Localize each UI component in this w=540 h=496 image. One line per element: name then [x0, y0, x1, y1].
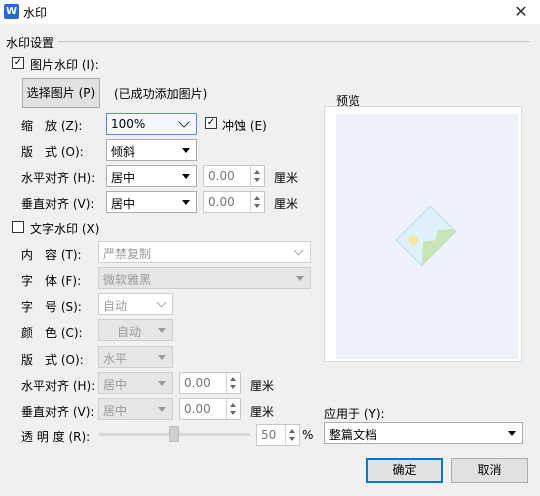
washout-checkbox[interactable]: ✓	[205, 117, 217, 129]
dropdown-arrow-icon	[158, 381, 166, 386]
text-h-align-label: 水平对齐 (H):	[21, 379, 96, 393]
spin-up-icon[interactable]	[254, 196, 260, 200]
text-v-offset-value: 0.00	[184, 402, 211, 416]
picture-h-align-label: 水平对齐 (H):	[21, 171, 96, 185]
ok-button[interactable]: 确定	[366, 458, 443, 483]
picture-h-offset-input[interactable]: 0.00	[203, 165, 265, 187]
font-label: 字 体 (F):	[21, 274, 82, 288]
section-label: 水印设置	[6, 36, 55, 50]
select-picture-button[interactable]: 选择图片 (P)	[22, 78, 100, 108]
window-title: 水印	[23, 6, 48, 20]
spinner[interactable]	[250, 192, 264, 212]
apply-to-value: 整篇文档	[329, 428, 378, 442]
font-select[interactable]: 微软雅黑	[98, 267, 311, 289]
spin-down-icon[interactable]	[289, 437, 295, 441]
title-bar: W 水印 ✕	[0, 0, 540, 24]
transparency-input[interactable]: 50	[256, 424, 300, 446]
spin-down-icon[interactable]	[254, 178, 260, 182]
picture-v-unit: 厘米	[274, 197, 299, 211]
text-h-offset-input[interactable]: 0.00	[179, 372, 241, 394]
picture-status-text: (已成功添加图片)	[114, 87, 208, 101]
text-v-unit: 厘米	[250, 405, 275, 419]
text-layout-select[interactable]: 水平	[98, 346, 173, 368]
section-divider	[58, 41, 530, 42]
picture-h-align-select[interactable]: 居中	[106, 165, 197, 187]
transparency-slider-thumb[interactable]	[169, 426, 179, 442]
text-v-offset-input[interactable]: 0.00	[179, 398, 241, 420]
picture-h-unit: 厘米	[274, 171, 299, 185]
chevron-down-icon	[178, 116, 190, 128]
color-select[interactable]: 自动	[98, 319, 173, 341]
scale-value: 100%	[111, 117, 146, 131]
close-icon[interactable]: ✕	[511, 2, 531, 22]
chevron-down-icon	[293, 245, 304, 256]
text-h-align-select[interactable]: 居中	[98, 372, 173, 394]
picture-v-align-value: 居中	[111, 197, 136, 211]
scale-select[interactable]: 100%	[106, 113, 197, 135]
picture-h-offset-value: 0.00	[208, 169, 235, 183]
scale-label: 缩 放 (Z):	[21, 119, 83, 133]
picture-watermark-checkbox[interactable]: ✓	[12, 57, 24, 69]
apply-to-select[interactable]: 整篇文档	[324, 422, 523, 444]
font-value: 微软雅黑	[103, 273, 152, 287]
dropdown-arrow-icon	[158, 407, 166, 412]
dropdown-arrow-icon	[296, 276, 304, 281]
size-label: 字 号 (S):	[21, 300, 82, 314]
cancel-button[interactable]: 取消	[451, 458, 528, 483]
dropdown-arrow-icon	[182, 174, 190, 179]
dropdown-arrow-icon	[182, 200, 190, 205]
picture-v-offset-input[interactable]: 0.00	[203, 191, 265, 213]
text-watermark-label: 文字水印 (X)	[30, 222, 100, 236]
content-select[interactable]: 严禁复制	[98, 241, 311, 263]
picture-layout-value: 倾斜	[111, 145, 136, 159]
spin-up-icon[interactable]	[230, 377, 236, 381]
apply-to-label: 应用于 (Y):	[324, 407, 385, 421]
spinner[interactable]	[226, 399, 240, 419]
spin-down-icon[interactable]	[230, 385, 236, 389]
dropdown-arrow-icon	[182, 148, 190, 153]
text-h-unit: 厘米	[250, 379, 275, 393]
dropdown-arrow-icon	[508, 431, 516, 436]
text-v-align-label: 垂直对齐 (V):	[21, 405, 95, 419]
dropdown-arrow-icon	[158, 355, 166, 360]
text-watermark-checkbox[interactable]	[12, 221, 24, 233]
dropdown-arrow-icon	[158, 328, 166, 333]
picture-watermark-label: 图片水印 (I):	[30, 58, 99, 72]
transparency-unit: %	[302, 428, 314, 442]
text-v-align-value: 居中	[103, 404, 128, 418]
transparency-label: 透 明 度 (R):	[21, 430, 91, 444]
picture-v-align-label: 垂直对齐 (V):	[21, 197, 95, 211]
size-select[interactable]: 自动	[98, 293, 173, 315]
spin-down-icon[interactable]	[230, 411, 236, 415]
picture-v-offset-value: 0.00	[208, 195, 235, 209]
watermark-image-icon	[395, 205, 457, 267]
spinner[interactable]	[250, 166, 264, 186]
size-value: 自动	[103, 299, 128, 313]
chevron-down-icon	[156, 297, 167, 308]
spinner[interactable]	[226, 373, 240, 393]
content-label: 内 容 (T):	[21, 248, 82, 262]
picture-layout-label: 版 式 (O):	[21, 145, 84, 159]
spinner[interactable]	[285, 425, 299, 445]
spin-up-icon[interactable]	[254, 170, 260, 174]
transparency-value: 50	[261, 428, 277, 442]
washout-label: 冲蚀 (E)	[222, 119, 267, 133]
picture-layout-select[interactable]: 倾斜	[106, 139, 197, 161]
spin-down-icon[interactable]	[254, 204, 260, 208]
spin-up-icon[interactable]	[230, 403, 236, 407]
wps-writer-icon: W	[4, 4, 19, 19]
text-h-align-value: 居中	[103, 378, 128, 392]
text-layout-value: 水平	[103, 352, 128, 366]
text-h-offset-value: 0.00	[184, 376, 211, 390]
text-layout-label: 版 式 (O):	[21, 353, 84, 367]
content-value: 严禁复制	[103, 247, 152, 261]
text-v-align-select[interactable]: 居中	[98, 398, 173, 420]
picture-h-align-value: 居中	[111, 171, 136, 185]
color-label: 颜 色 (C):	[21, 326, 83, 340]
picture-v-align-select[interactable]: 居中	[106, 191, 197, 213]
color-value: 自动	[117, 325, 142, 339]
spin-up-icon[interactable]	[289, 429, 295, 433]
